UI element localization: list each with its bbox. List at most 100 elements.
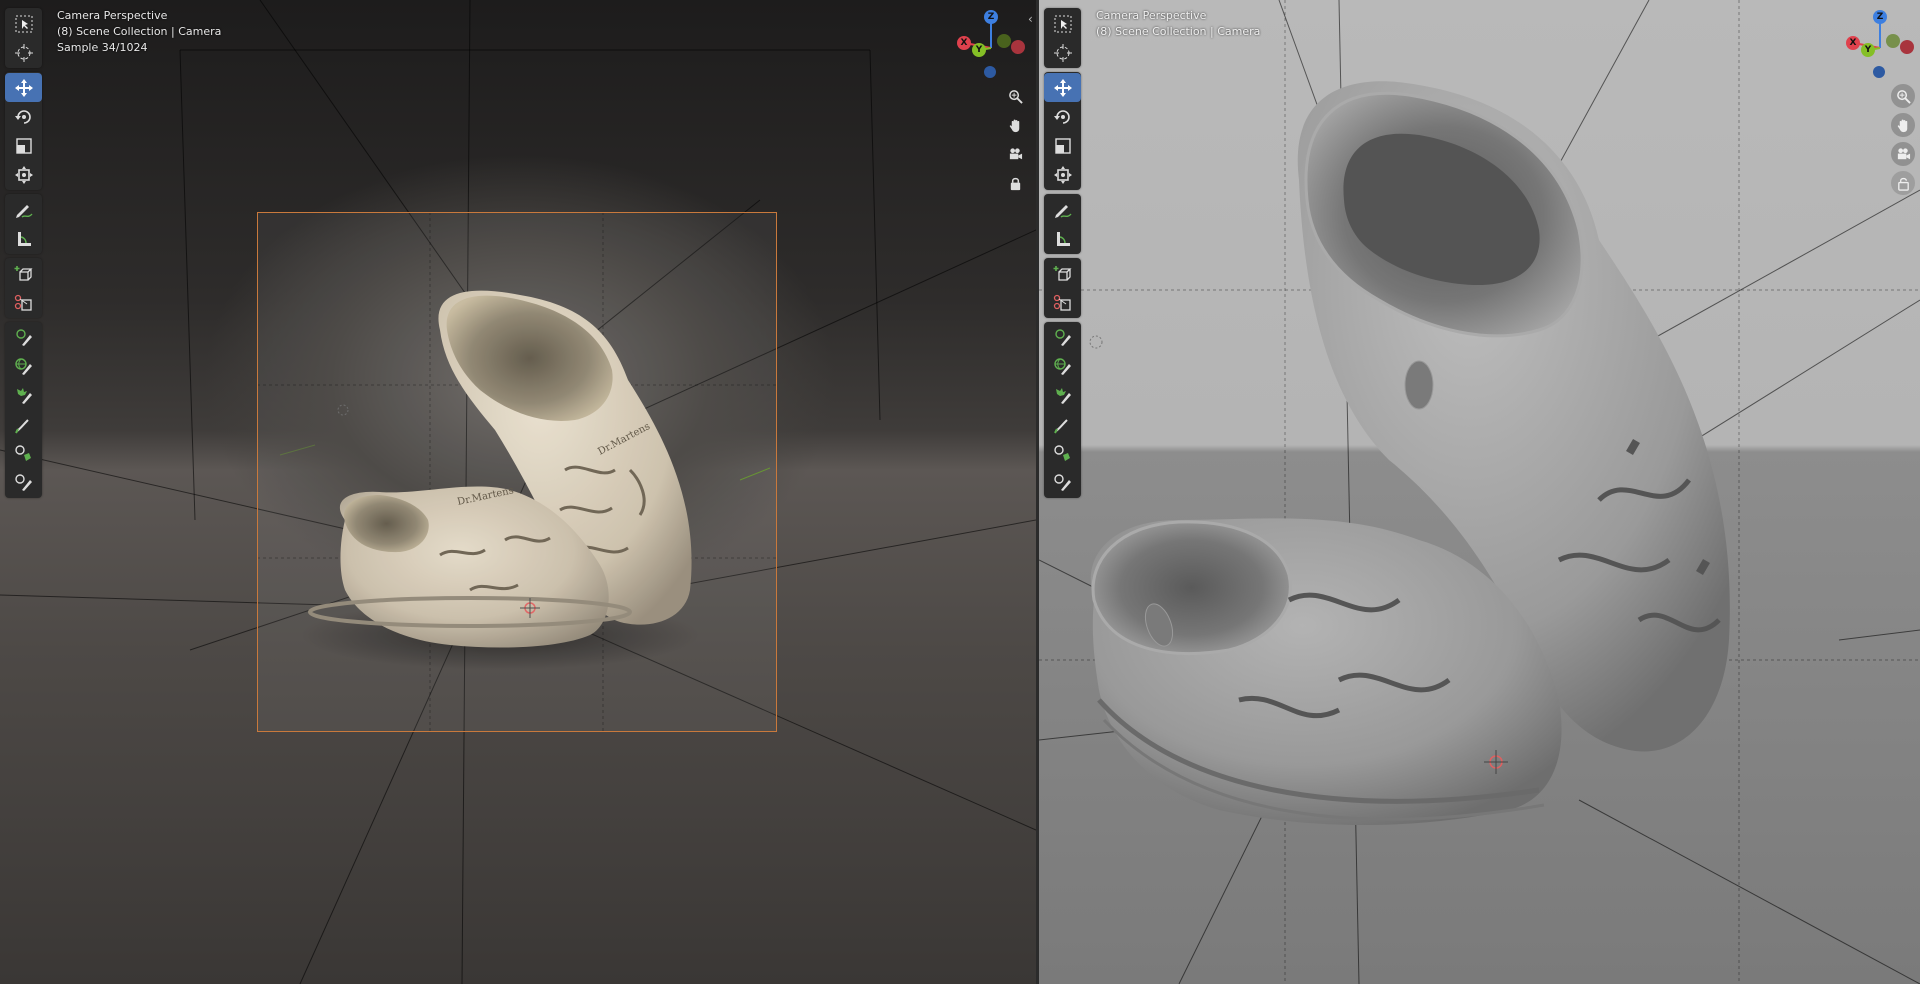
navigation-gizmo[interactable]: Z X Y	[955, 8, 1027, 78]
gizmo-neg-z[interactable]	[1873, 66, 1885, 78]
navigation-buttons	[1003, 84, 1027, 195]
paint-tool-4[interactable]	[5, 410, 42, 439]
camera-icon	[1009, 147, 1022, 159]
zoom-button[interactable]	[1891, 84, 1915, 108]
lock-camera-button[interactable]	[1003, 171, 1027, 195]
gizmo-neg-z[interactable]	[984, 66, 996, 78]
annotate-icon	[1054, 204, 1072, 218]
eyedropper-icon	[1053, 444, 1070, 461]
transform-tool[interactable]	[1044, 160, 1081, 189]
origin-marker-right	[1089, 335, 1103, 349]
paint-tool-3[interactable]	[5, 381, 42, 410]
cursor-icon	[1053, 43, 1072, 62]
globe-brush-icon	[1053, 357, 1071, 375]
paint-tool-1[interactable]	[1044, 323, 1081, 352]
splash-brush-icon	[1055, 387, 1071, 404]
zoom-icon	[1008, 89, 1023, 104]
viewport-info: Camera Perspective (8) Scene Collection …	[57, 8, 221, 56]
pan-button[interactable]	[1003, 113, 1027, 137]
solid-viewport[interactable]: Camera Perspective (8) Scene Collection …	[1039, 0, 1920, 984]
paint-tool-4[interactable]	[1044, 410, 1081, 439]
rotate-tool[interactable]	[1044, 102, 1081, 131]
knife-brush-icon	[1053, 473, 1071, 491]
move-icon	[1053, 78, 1072, 97]
annotate-tool[interactable]	[1044, 195, 1081, 224]
view-name-right: Camera Perspective	[1096, 9, 1207, 22]
view-name: Camera Perspective	[57, 9, 168, 22]
collection-name-right: (8) Scene Collection | Camera	[1096, 25, 1261, 38]
gizmo-x-axis[interactable]: X	[957, 36, 971, 50]
gizmo-neg-x[interactable]	[1011, 40, 1025, 54]
measure-tool[interactable]	[5, 224, 42, 253]
cut-tool[interactable]	[5, 288, 42, 317]
add-cube-icon	[14, 265, 33, 281]
cursor-tool[interactable]	[5, 38, 42, 67]
pan-hand-icon	[1009, 119, 1019, 132]
scale-tool[interactable]	[5, 131, 42, 160]
gizmo-y-axis[interactable]: Y	[972, 43, 986, 57]
paint-tool-5[interactable]	[1044, 439, 1081, 468]
solid-shoes	[1089, 81, 1730, 825]
add-cube-tool[interactable]	[5, 259, 42, 288]
rotate-tool[interactable]	[5, 102, 42, 131]
rotate-icon	[1053, 109, 1070, 124]
paint-tool-6[interactable]	[5, 468, 42, 497]
gizmo-x-axis[interactable]: X	[1846, 36, 1860, 50]
annotate-icon	[15, 204, 33, 218]
transform-tool[interactable]	[5, 160, 42, 189]
measure-tool[interactable]	[1044, 224, 1081, 253]
paint-tool-1[interactable]	[5, 323, 42, 352]
unlock-icon	[1897, 177, 1909, 191]
brush-icon	[1054, 328, 1071, 346]
paint-tool-5[interactable]	[5, 439, 42, 468]
move-tool[interactable]	[5, 73, 42, 102]
pan-hand-icon	[1897, 119, 1907, 132]
move-icon	[14, 78, 33, 97]
select-box-tool[interactable]	[1044, 9, 1081, 38]
lock-camera-button[interactable]	[1891, 171, 1915, 195]
measure-icon	[1056, 231, 1070, 246]
add-cube-tool[interactable]	[1044, 259, 1081, 288]
knife-brush-icon	[14, 473, 32, 491]
scale-tool[interactable]	[1044, 131, 1081, 160]
scale-icon	[1054, 137, 1071, 154]
paint-tool-2[interactable]	[5, 352, 42, 381]
pen-icon	[1053, 418, 1068, 433]
scale-icon	[15, 137, 32, 154]
paint-tool-3[interactable]	[1044, 381, 1081, 410]
cut-icon	[14, 294, 32, 311]
pan-button[interactable]	[1891, 113, 1915, 137]
tool-shelf-right	[1044, 8, 1081, 502]
cut-tool[interactable]	[1044, 288, 1081, 317]
cut-icon	[1053, 294, 1071, 311]
gizmo-z-axis[interactable]: Z	[984, 10, 998, 24]
render-samples: Sample 34/1024	[57, 41, 148, 54]
viewport-info-right: Camera Perspective (8) Scene Collection …	[1096, 8, 1260, 40]
gizmo-neg-y[interactable]	[1886, 34, 1900, 48]
paint-tool-6[interactable]	[1044, 468, 1081, 497]
camera-icon	[1897, 147, 1910, 159]
zoom-icon	[1896, 89, 1911, 104]
rotate-icon	[14, 109, 31, 124]
gizmo-z-axis[interactable]: Z	[1873, 10, 1887, 24]
select-box-icon	[1054, 15, 1071, 32]
gizmo-neg-y[interactable]	[997, 34, 1011, 48]
annotate-tool[interactable]	[5, 195, 42, 224]
navigation-gizmo-right[interactable]: Z X Y	[1844, 8, 1916, 78]
eyedropper-icon	[14, 444, 31, 461]
pen-icon	[14, 418, 29, 433]
transform-icon	[14, 165, 33, 184]
paint-tool-2[interactable]	[1044, 352, 1081, 381]
splash-brush-icon	[16, 387, 32, 404]
gizmo-y-axis[interactable]: Y	[1861, 43, 1875, 57]
gizmo-neg-x[interactable]	[1900, 40, 1914, 54]
move-tool[interactable]	[1044, 73, 1081, 102]
collapse-arrow-icon[interactable]: ‹	[1028, 12, 1033, 26]
cursor-tool[interactable]	[1044, 38, 1081, 67]
navigation-buttons-right	[1891, 84, 1915, 195]
camera-view-button[interactable]	[1003, 142, 1027, 166]
rendered-viewport[interactable]: Dr.Martens Dr.Martens Camera Perspective…	[0, 0, 1036, 984]
camera-view-button[interactable]	[1891, 142, 1915, 166]
zoom-button[interactable]	[1003, 84, 1027, 108]
select-box-tool[interactable]	[5, 9, 42, 38]
